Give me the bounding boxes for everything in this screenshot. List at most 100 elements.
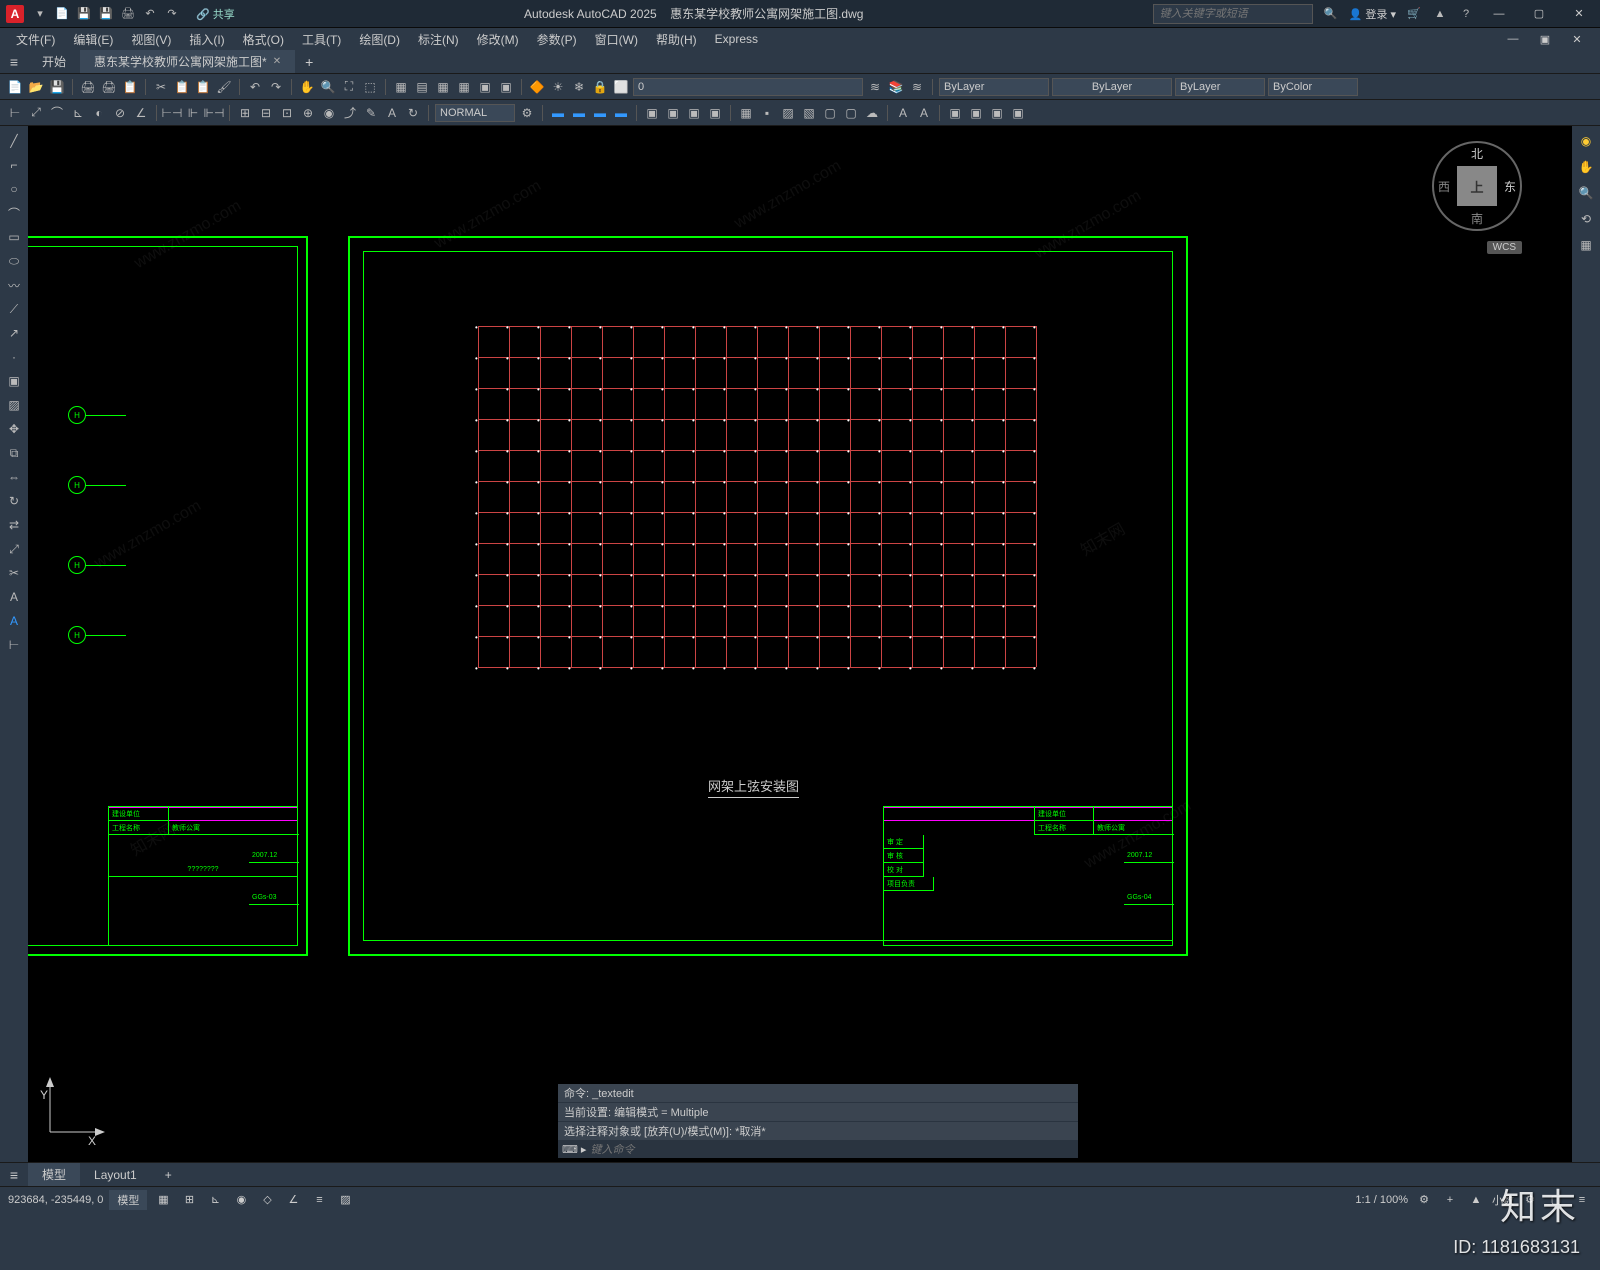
model-space-button[interactable]: 模型 (109, 1190, 147, 1210)
spline-icon[interactable]: 〰 (5, 276, 23, 294)
doc-restore-button[interactable]: ▣ (1530, 29, 1560, 49)
insert-icon[interactable]: ▣ (643, 104, 661, 122)
text-icon[interactable]: A (894, 104, 912, 122)
cut-icon[interactable]: ✂ (152, 78, 170, 96)
menu-dimension[interactable]: 标注(N) (410, 29, 467, 50)
mtext-icon[interactable]: A (915, 104, 933, 122)
doc-close-button[interactable]: ✕ (1562, 29, 1592, 49)
search-icon[interactable]: 🔍 (1323, 6, 1339, 22)
viewcube-north[interactable]: 北 (1471, 145, 1483, 162)
otrack-toggle-icon[interactable]: ∠ (283, 1190, 303, 1210)
dim-radius-icon[interactable]: ◐ (90, 104, 108, 122)
print-icon[interactable]: 🖨 (79, 78, 97, 96)
wipeout-icon[interactable]: ▢ (842, 104, 860, 122)
open-icon[interactable]: 📄 (54, 6, 70, 22)
hatch2-icon[interactable]: ▨ (5, 396, 23, 414)
layer-prev-icon[interactable]: 📚 (887, 78, 905, 96)
circle-icon[interactable]: ○ (5, 180, 23, 198)
rotate-icon[interactable]: ↻ (5, 492, 23, 510)
point2-icon[interactable]: · (5, 348, 23, 366)
menu-window[interactable]: 窗口(W) (587, 29, 646, 50)
copy2-icon[interactable]: ⧉ (5, 444, 23, 462)
grid-toggle-icon[interactable]: ▦ (153, 1190, 173, 1210)
new-icon[interactable]: ▾ (32, 6, 48, 22)
lineweight-toggle-icon[interactable]: ≡ (309, 1190, 329, 1210)
drawing-canvas[interactable]: www.znzmo.com www.znzmo.com www.znzmo.co… (28, 126, 1572, 1162)
annotation-icon[interactable]: ▲ (1466, 1190, 1486, 1210)
menu-format[interactable]: 格式(O) (235, 29, 292, 50)
redo2-icon[interactable]: ↷ (267, 78, 285, 96)
viewcube-east[interactable]: 东 (1504, 178, 1516, 195)
dim-arc-icon[interactable]: ⌒ (48, 104, 66, 122)
table-icon[interactable]: ▦ (737, 104, 755, 122)
osnap-toggle-icon[interactable]: ◇ (257, 1190, 277, 1210)
center-mark-icon[interactable]: ⊕ (299, 104, 317, 122)
block-icon[interactable]: ▣ (476, 78, 494, 96)
tab-document[interactable]: 惠东某学校教师公寓网架施工图* ✕ (80, 50, 295, 73)
viewcube-top[interactable]: 上 (1457, 166, 1497, 206)
publish-icon[interactable]: 📋 (121, 78, 139, 96)
dim-update-icon[interactable]: ↻ (404, 104, 422, 122)
login-button[interactable]: 👤 登录 ▾ (1349, 6, 1396, 22)
win1-icon[interactable]: ▬ (549, 104, 567, 122)
menu-modify[interactable]: 修改(M) (469, 29, 527, 50)
properties-icon[interactable]: ▦ (392, 78, 410, 96)
mtext2-icon[interactable]: A (5, 612, 23, 630)
sheet-icon[interactable]: ▤ (413, 78, 431, 96)
pan-icon[interactable]: ✋ (298, 78, 316, 96)
cart-icon[interactable]: 🛒 (1406, 6, 1422, 22)
zoom-icon[interactable]: 🔍 (319, 78, 337, 96)
minimize-button[interactable]: — (1484, 4, 1514, 24)
coordinates-display[interactable]: 923684, -235449, 0 (8, 1194, 103, 1206)
dim-ordinate-icon[interactable]: ⊾ (69, 104, 87, 122)
copy-icon[interactable]: 📋 (173, 78, 191, 96)
inspect-icon[interactable]: ◉ (320, 104, 338, 122)
menu-file[interactable]: 文件(F) (8, 29, 63, 50)
extra4-icon[interactable]: ▣ (1009, 104, 1027, 122)
plotstyle-dropdown[interactable] (1268, 78, 1358, 96)
nav-wheel-icon[interactable]: ◉ (1577, 132, 1595, 150)
dim2-icon[interactable]: ⊢ (5, 636, 23, 654)
tolerance-icon[interactable]: ⊡ (278, 104, 296, 122)
menu-express[interactable]: Express (707, 30, 766, 48)
menu-tools[interactable]: 工具(T) (294, 29, 349, 50)
revision-icon[interactable]: ☁ (863, 104, 881, 122)
layout-menu-icon[interactable]: ≡ (0, 1167, 28, 1183)
dim-space-icon[interactable]: ⊞ (236, 104, 254, 122)
paste-icon[interactable]: 📋 (194, 78, 212, 96)
layer-state-icon[interactable]: ≋ (908, 78, 926, 96)
viewcube-west[interactable]: 西 (1438, 178, 1450, 195)
snap-toggle-icon[interactable]: ⊞ (179, 1190, 199, 1210)
xline-icon[interactable]: ⟋ (5, 300, 23, 318)
move-icon[interactable]: ✥ (5, 420, 23, 438)
help-search-input[interactable] (1153, 4, 1313, 24)
jog-icon[interactable]: ⤴ (341, 104, 359, 122)
stretch-icon[interactable]: ⇔ (5, 468, 23, 486)
win2-icon[interactable]: ▬ (570, 104, 588, 122)
dim-baseline-icon[interactable]: ⊩ (184, 104, 202, 122)
linetype-dropdown[interactable] (1175, 78, 1265, 96)
wcs-badge[interactable]: WCS (1487, 241, 1522, 254)
layer-dropdown[interactable] (633, 78, 863, 96)
layer-iso-icon[interactable]: 🔶 (528, 78, 546, 96)
layer-color-icon[interactable]: ⬜ (612, 78, 630, 96)
plot-icon[interactable]: 🖨 (120, 6, 136, 22)
scale-display[interactable]: 1:1 / 100% (1355, 1194, 1408, 1206)
color-dropdown[interactable] (939, 78, 1049, 96)
dim-diameter-icon[interactable]: ⊘ (111, 104, 129, 122)
polar-toggle-icon[interactable]: ◉ (231, 1190, 251, 1210)
menu-view[interactable]: 视图(V) (123, 29, 179, 50)
dimstyle-mgr-icon[interactable]: ⚙ (518, 104, 536, 122)
app-logo-icon[interactable]: A (6, 5, 24, 23)
tool-palette-icon[interactable]: ▦ (434, 78, 452, 96)
zoom-window-icon[interactable]: ⛶ (340, 78, 358, 96)
nav-orbit-icon[interactable]: ⟲ (1577, 210, 1595, 228)
apps-icon[interactable]: ▲ (1432, 6, 1448, 22)
transparency-toggle-icon[interactable]: ▨ (335, 1190, 355, 1210)
nav-zoom-icon[interactable]: 🔍 (1577, 184, 1595, 202)
extra3-icon[interactable]: ▣ (988, 104, 1006, 122)
dc-icon[interactable]: ▦ (455, 78, 473, 96)
hatch-icon[interactable]: ▨ (779, 104, 797, 122)
lock-icon[interactable]: 🔒 (591, 78, 609, 96)
save-file-icon[interactable]: 💾 (48, 78, 66, 96)
